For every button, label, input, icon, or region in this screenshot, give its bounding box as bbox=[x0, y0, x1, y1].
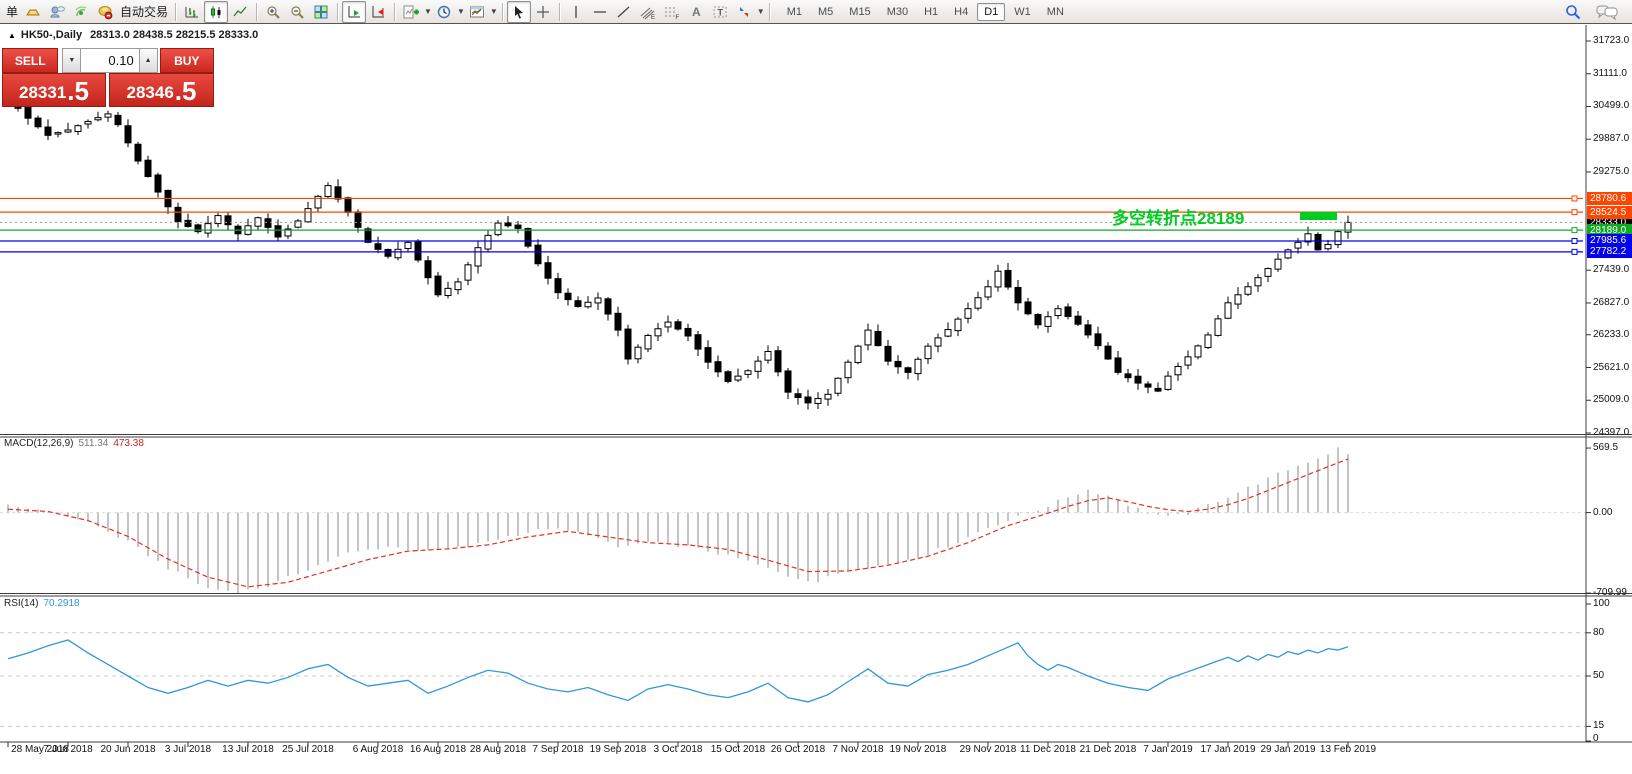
sell-price-int: 28331 bbox=[19, 83, 67, 102]
search-icon[interactable] bbox=[1561, 1, 1585, 23]
timeframe-button-w1[interactable]: W1 bbox=[1007, 3, 1038, 21]
toolbar-separator bbox=[175, 2, 177, 21]
one-click-trading-panel: SELL ▼ 0.10 ▲ BUY 28331 .5 28346 .5 bbox=[2, 48, 214, 107]
trendline-tool-icon[interactable] bbox=[612, 1, 636, 23]
indicators-dropdown-arrow[interactable]: ▼ bbox=[424, 7, 432, 16]
zoom-in-icon[interactable] bbox=[261, 1, 285, 23]
text-label-tool-icon[interactable]: T bbox=[708, 1, 732, 23]
sell-price-display[interactable]: 28331 .5 bbox=[2, 73, 106, 107]
arrows-tool-icon[interactable] bbox=[732, 1, 756, 23]
timeframe-button-m15[interactable]: M15 bbox=[842, 3, 877, 21]
toolbar-separator bbox=[256, 2, 258, 21]
chart-canvas[interactable] bbox=[0, 0, 1632, 774]
periods-icon[interactable] bbox=[432, 1, 456, 23]
timeframe-button-m30[interactable]: M30 bbox=[880, 3, 915, 21]
buy-price-display[interactable]: 28346 .5 bbox=[109, 73, 214, 107]
new-order-button[interactable]: 单 bbox=[3, 3, 21, 20]
arrows-dropdown-arrow[interactable]: ▼ bbox=[757, 7, 765, 16]
chat-icon[interactable] bbox=[1595, 1, 1619, 23]
vertical-line-tool-icon[interactable] bbox=[564, 1, 588, 23]
timeframe-button-h1[interactable]: H1 bbox=[917, 3, 945, 21]
cursor-tool-icon[interactable] bbox=[506, 0, 531, 23]
sell-button[interactable]: SELL bbox=[2, 48, 59, 73]
tile-windows-icon[interactable] bbox=[309, 1, 333, 23]
toolbar-separator bbox=[558, 2, 560, 21]
buy-button[interactable]: BUY bbox=[159, 48, 214, 73]
toolbar-separator bbox=[394, 2, 396, 21]
text-tool-icon[interactable]: A bbox=[684, 1, 708, 23]
timeframe-button-h4[interactable]: H4 bbox=[947, 3, 975, 21]
zoom-out-icon[interactable] bbox=[285, 1, 309, 23]
auto-trading-icon[interactable] bbox=[93, 1, 117, 23]
community-icon[interactable] bbox=[45, 1, 69, 23]
crosshair-tool-icon[interactable] bbox=[531, 1, 555, 23]
volume-increase-button[interactable]: ▲ bbox=[138, 48, 158, 73]
timeframe-button-m1[interactable]: M1 bbox=[780, 3, 809, 21]
auto-scroll-icon[interactable] bbox=[342, 0, 367, 23]
buy-price-dec: .5 bbox=[174, 76, 197, 106]
svg-text:E: E bbox=[651, 15, 655, 20]
toolbar-separator bbox=[501, 2, 503, 21]
templates-dropdown-arrow[interactable]: ▼ bbox=[490, 7, 498, 16]
timeframe-button-m5[interactable]: M5 bbox=[811, 3, 840, 21]
auto-trading-label[interactable]: 自动交易 bbox=[117, 3, 171, 20]
chart-shift-icon[interactable] bbox=[366, 1, 390, 23]
line-chart-type-icon[interactable] bbox=[228, 1, 252, 23]
volume-input[interactable]: 0.10 bbox=[81, 48, 139, 73]
toolbar-separator bbox=[337, 2, 339, 21]
periods-dropdown-arrow[interactable]: ▼ bbox=[457, 7, 465, 16]
horizontal-line-tool-icon[interactable] bbox=[588, 1, 612, 23]
volume-decrease-button[interactable]: ▼ bbox=[62, 48, 82, 73]
templates-icon[interactable] bbox=[465, 1, 489, 23]
fibonacci-tool-icon[interactable]: F bbox=[660, 1, 684, 23]
sell-price-dec: .5 bbox=[67, 76, 89, 106]
candlestick-chart-type-icon[interactable] bbox=[204, 0, 229, 23]
bar-chart-type-icon[interactable] bbox=[180, 1, 204, 23]
indicators-icon[interactable] bbox=[399, 1, 423, 23]
timeframe-group: M1 M5 M15 M30 H1 H4 D1 W1 MN bbox=[780, 2, 1071, 21]
svg-text:T: T bbox=[717, 7, 723, 17]
svg-text:A: A bbox=[692, 5, 701, 19]
main-toolbar: 单 自动交易 ▼ ▼ ▼ E F A T ▼ M1 M5 M15 M30 H1 … bbox=[0, 0, 1632, 24]
equidistant-channel-tool-icon[interactable]: E bbox=[636, 1, 660, 23]
timeframe-button-d1[interactable]: D1 bbox=[977, 2, 1006, 21]
timeframe-button-mn[interactable]: MN bbox=[1040, 3, 1071, 21]
toolbar-separator bbox=[768, 2, 770, 21]
svg-text:F: F bbox=[675, 15, 679, 20]
signal-icon[interactable] bbox=[69, 1, 93, 23]
gold-ingot-icon[interactable] bbox=[21, 1, 45, 23]
buy-price-int: 28346 bbox=[126, 83, 174, 102]
